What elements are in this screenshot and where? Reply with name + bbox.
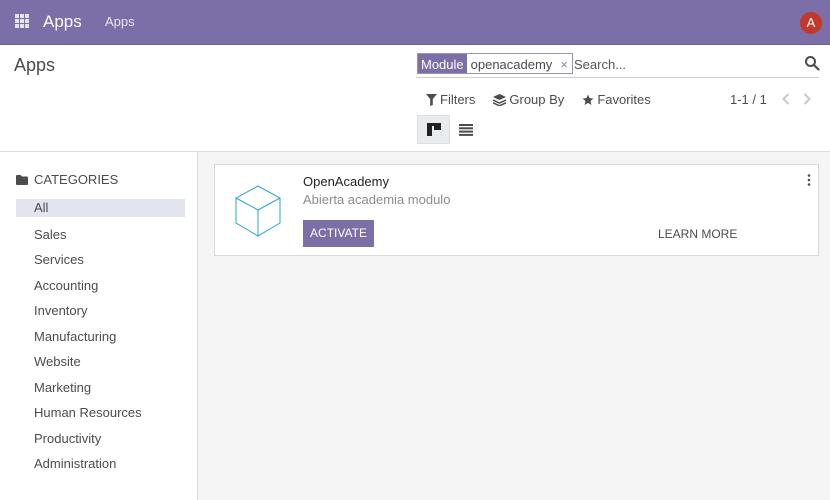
kanban-view-button[interactable] (417, 115, 450, 144)
group-by-label: Group By (509, 92, 565, 107)
favorites-button[interactable]: Favorites (582, 92, 651, 107)
apps-menu-icon[interactable] (15, 14, 29, 28)
layers-icon (493, 93, 507, 106)
folder-icon (16, 174, 28, 185)
facet-value: openacademy (466, 54, 559, 73)
category-item-sales[interactable]: Sales (16, 225, 185, 251)
categories-header: CATEGORIES (16, 172, 118, 187)
facet-remove-icon[interactable]: × (558, 54, 572, 73)
chevron-right-icon[interactable] (801, 91, 813, 107)
list-view-icon (458, 123, 473, 136)
more-options-icon[interactable] (806, 174, 812, 186)
pager-value[interactable]: 1-1 / 1 (730, 92, 767, 107)
filters-label: Filters (440, 92, 476, 107)
category-item-administration[interactable]: Administration (16, 454, 185, 480)
category-list: All Sales Services Accounting Inventory … (16, 199, 185, 480)
control-panel: Apps Module openacademy × Filters Group … (0, 45, 830, 152)
app-brand[interactable]: Apps (43, 12, 82, 32)
category-sidebar: CATEGORIES All Sales Services Accounting… (0, 152, 198, 500)
module-card[interactable]: OpenAcademy Abierta academia modulo ACTI… (214, 164, 819, 256)
menu-item-apps[interactable]: Apps (105, 14, 135, 29)
module-name: OpenAcademy (303, 174, 389, 189)
cube-icon (235, 185, 281, 237)
facet-label: Module (418, 54, 467, 73)
chevron-left-icon[interactable] (780, 91, 792, 107)
activate-button[interactable]: ACTIVATE (303, 220, 374, 247)
category-item-manufacturing[interactable]: Manufacturing (16, 327, 185, 353)
category-item-marketing[interactable]: Marketing (16, 378, 185, 404)
group-by-button[interactable]: Group By (493, 92, 564, 107)
category-item-services[interactable]: Services (16, 250, 185, 276)
search-options: Filters Group By Favorites (426, 92, 651, 107)
search-icon[interactable] (804, 55, 820, 71)
category-item-human-resources[interactable]: Human Resources (16, 403, 185, 429)
category-item-website[interactable]: Website (16, 352, 185, 378)
filter-icon (426, 93, 437, 106)
categories-header-label: CATEGORIES (34, 172, 119, 187)
module-summary: Abierta academia modulo (303, 192, 451, 207)
category-item-all[interactable]: All (16, 199, 185, 217)
filters-button[interactable]: Filters (426, 92, 475, 107)
search-bar: Module openacademy × (416, 51, 820, 78)
category-item-productivity[interactable]: Productivity (16, 429, 185, 455)
category-item-inventory[interactable]: Inventory (16, 301, 185, 327)
category-item-accounting[interactable]: Accounting (16, 276, 185, 302)
page-title: Apps (14, 55, 56, 75)
search-input[interactable] (574, 55, 794, 74)
star-icon (582, 94, 594, 105)
list-view-button[interactable] (451, 115, 480, 144)
kanban-view-icon (426, 123, 441, 136)
kanban-view: OpenAcademy Abierta academia modulo ACTI… (198, 152, 830, 500)
top-navbar: Apps Apps A (0, 0, 830, 45)
search-facet: Module openacademy × (417, 53, 573, 74)
favorites-label: Favorites (597, 92, 651, 107)
learn-more-link[interactable]: LEARN MORE (658, 227, 737, 241)
user-avatar[interactable]: A (800, 12, 822, 34)
